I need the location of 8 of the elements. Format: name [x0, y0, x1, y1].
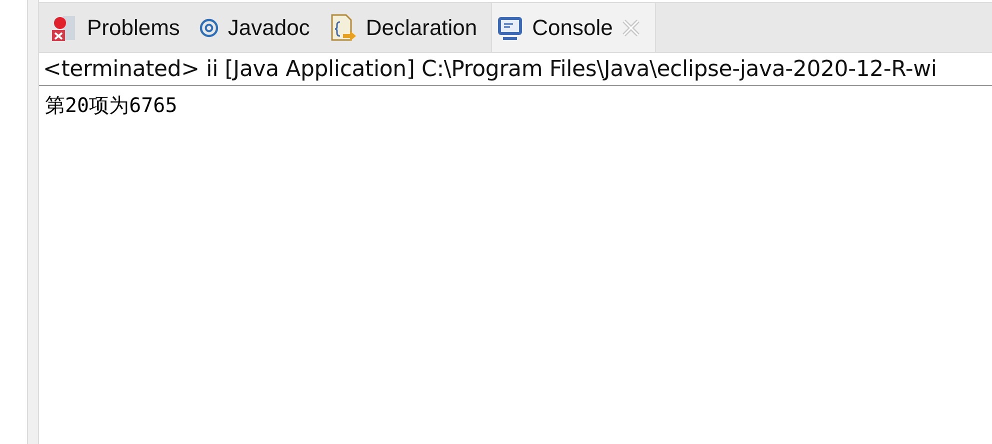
- view-tab[interactable]: Console: [491, 3, 656, 52]
- view-tab[interactable]: Javadoc: [194, 3, 324, 52]
- view-tab[interactable]: Problems: [45, 3, 194, 52]
- at-sign-icon: [198, 16, 220, 38]
- console-output-line: 第20项为6765: [45, 92, 178, 119]
- console-header: <terminated> ii [Java Application] C:\Program Files\Java\eclipse-java-2020-12-R-wi: [43, 56, 937, 82]
- close-icon[interactable]: [620, 18, 641, 38]
- view-tab[interactable]: Declaration: [324, 3, 492, 52]
